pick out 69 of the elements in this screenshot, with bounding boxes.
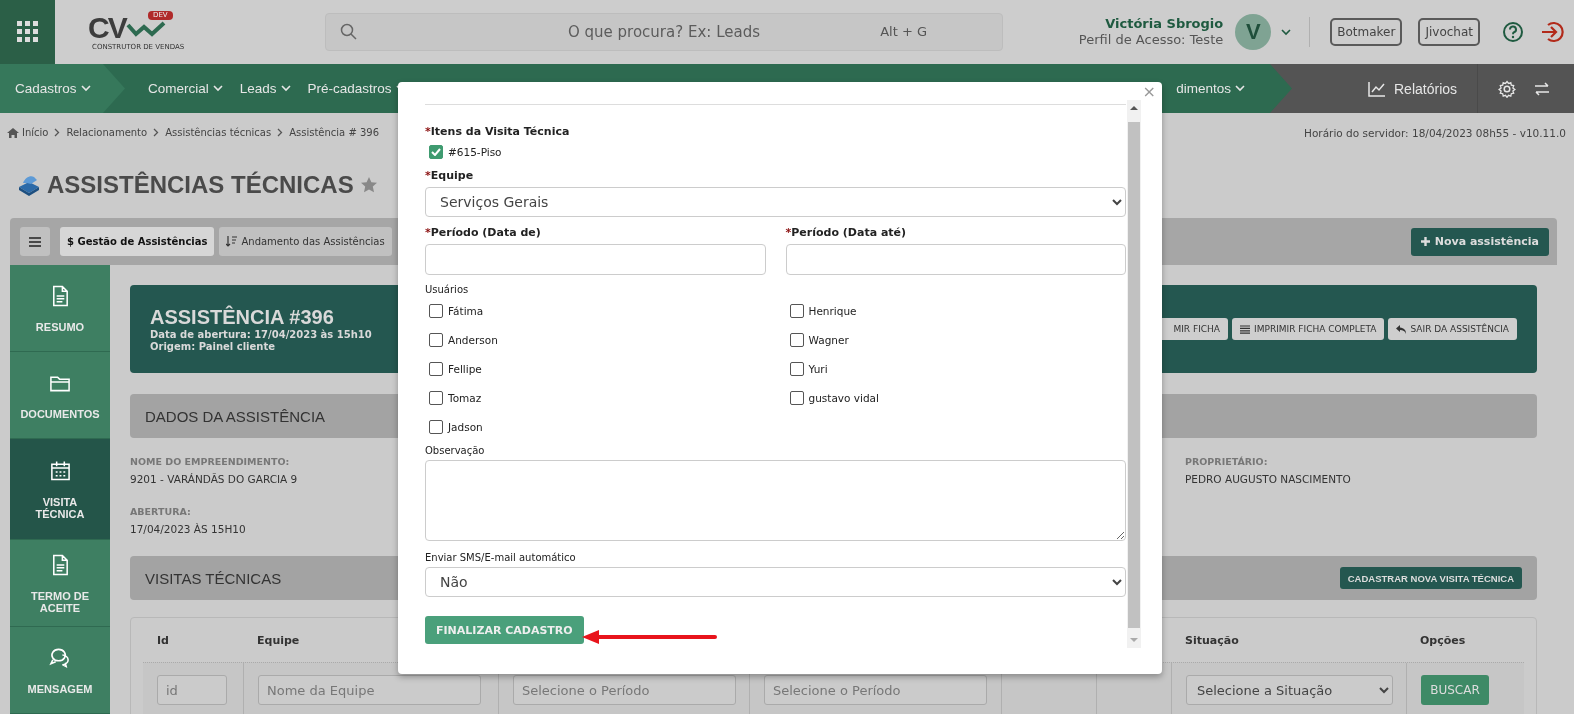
action-button[interactable]: IMPRIMIR FICHA COMPLETA xyxy=(1232,318,1385,340)
side-nav-item[interactable]: MENSAGEM xyxy=(10,627,110,714)
breadcrumb-link[interactable]: Início xyxy=(22,127,49,138)
checkbox-label: Yuri xyxy=(808,361,828,376)
breadcrumb-link[interactable]: Assistências técnicas xyxy=(165,127,272,138)
user-avatar[interactable]: V xyxy=(1235,14,1272,50)
filter-field[interactable]: Nome da Equipe xyxy=(258,675,481,705)
logo-letters: CV xyxy=(88,13,126,43)
toolbar-tab[interactable]: $ Gestão de Assistências xyxy=(60,227,215,256)
side-nav-item[interactable]: TERMO DE ACEITE xyxy=(10,540,110,627)
breadcrumb-link[interactable]: Relacionamento xyxy=(66,127,148,138)
search-button[interactable]: BUSCAR xyxy=(1421,675,1489,705)
column-header: Id xyxy=(157,633,169,647)
section-title: VISITAS TÉCNICAS xyxy=(145,569,282,587)
new-assistance-button[interactable]: Nova assistência xyxy=(1410,227,1549,256)
side-nav-item[interactable]: DOCUMENTOS xyxy=(10,352,110,439)
assistance-title: ASSISTÊNCIA #396 xyxy=(150,305,335,329)
breadcrumb-link[interactable]: Assistência # 396 xyxy=(289,127,380,138)
checkbox-label: Tomaz xyxy=(448,390,482,405)
header-button[interactable]: Botmaker xyxy=(1330,18,1403,46)
side-nav-item[interactable]: VISITA TÉCNICA xyxy=(10,439,110,540)
action-button[interactable]: SAIR DA ASSISTÊNCIA xyxy=(1388,318,1517,340)
user-name: Victória Sbrogio xyxy=(1105,16,1224,32)
header-button[interactable]: Jivochat xyxy=(1418,18,1480,46)
field-label: Usuários xyxy=(425,284,470,296)
column-header: Situação xyxy=(1185,633,1239,647)
column-header: Opções xyxy=(1420,633,1466,647)
nav-menu[interactable]: Cadastros xyxy=(15,81,91,96)
field-label: *Período (Data de) xyxy=(425,226,542,240)
column-header: Equipe xyxy=(257,633,300,647)
user-profile: Perfil de Acesso: Teste xyxy=(1078,32,1224,48)
server-time: Horário do servidor: 18/04/2023 08h55 - v10.11.0 xyxy=(1304,126,1566,139)
toolbar-tab[interactable]: Andamento das Assistências xyxy=(219,227,392,256)
field-label: *Período (Data até) xyxy=(785,226,908,240)
nav-menu[interactable]: Leads xyxy=(239,64,291,113)
team-select[interactable]: Serviços Gerais xyxy=(425,187,1126,217)
nav-menu[interactable]: dimentos xyxy=(1176,64,1245,113)
reports-link[interactable]: Relatórios xyxy=(1368,80,1458,97)
page-title: ASSISTÊNCIAS TÉCNICAS xyxy=(47,171,354,199)
filter-field[interactable]: Selecione o Período xyxy=(513,675,736,705)
checkbox-label: Jadson xyxy=(448,419,483,434)
sms-select[interactable]: Não xyxy=(425,567,1126,597)
opening-date: Data de abertura: 17/04/2023 às 15h10 xyxy=(150,328,372,341)
field-value: 17/04/2023 ÀS 15H10 xyxy=(130,522,247,536)
checkbox-label: Fellipe xyxy=(448,361,482,376)
nav-menu[interactable]: Comercial xyxy=(148,64,223,113)
origin-text: Origem: Painel cliente xyxy=(150,340,276,353)
field-label: NOME DO EMPREENDIMENTO: xyxy=(130,455,291,469)
field-value: PEDRO AUGUSTO NASCIMENTO xyxy=(1185,472,1352,486)
side-nav-item[interactable]: RESUMO xyxy=(10,265,110,352)
field-value: 9201 - VARÁNDÃS DO GARCIA 9 xyxy=(130,472,299,486)
checkbox-label: #615-Piso xyxy=(448,145,502,159)
field-label: *Itens da Visita Técnica xyxy=(425,125,571,139)
checkbox-label: Henrique xyxy=(808,303,857,318)
filter-field[interactable]: Selecione o Período xyxy=(764,675,987,705)
status-select[interactable]: Selecione a Situação xyxy=(1186,675,1393,705)
checkbox-label: Wagner xyxy=(808,332,849,347)
checkbox-label: Anderson xyxy=(448,332,498,347)
field-label: PROPRIETÁRIO: xyxy=(1185,455,1269,469)
field-label: Observação xyxy=(425,445,486,457)
section-title: DADOS DA ASSISTÊNCIA xyxy=(145,407,326,425)
field-label: *Equipe xyxy=(425,169,475,183)
field-label: ABERTURA: xyxy=(130,505,192,519)
new-visit-button[interactable]: CADASTRAR NOVA VISITA TÉCNICA xyxy=(1339,567,1522,589)
filter-field[interactable]: id xyxy=(157,675,227,705)
field-label: Enviar SMS/E-mail automático xyxy=(425,552,577,564)
checkbox-label: gustavo vidal xyxy=(808,390,879,405)
checkbox-label: Fátima xyxy=(448,303,484,318)
shortcut-hint: Alt + G xyxy=(880,24,927,39)
